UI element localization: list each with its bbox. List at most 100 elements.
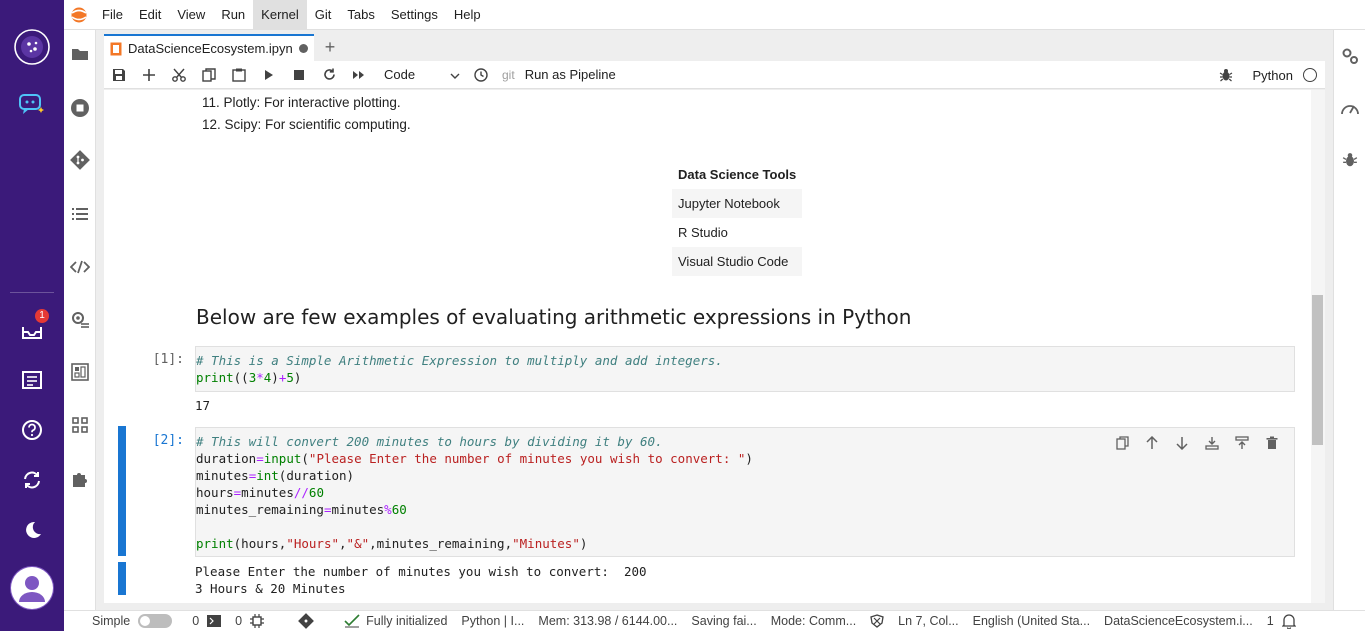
table-header: Data Science Tools <box>672 160 803 189</box>
running-kernels-icon[interactable] <box>68 96 92 120</box>
git-status-icon[interactable] <box>298 613 315 629</box>
notebook-panel[interactable]: 11. Plotly: For interactive plotting. 12… <box>104 90 1325 603</box>
stop-kernel-icon[interactable] <box>284 61 314 89</box>
menu-view[interactable]: View <box>169 0 213 30</box>
cell-prompt: [2]: <box>152 433 184 448</box>
list-item: 11. Plotly: For interactive plotting. <box>202 95 401 110</box>
unsaved-dot-icon[interactable] <box>298 44 308 53</box>
settings-gears-icon[interactable] <box>1338 44 1362 68</box>
kernel-status[interactable]: Fully initialized <box>344 614 447 628</box>
left-activity-bar <box>64 30 96 610</box>
user-avatar[interactable] <box>10 566 54 610</box>
check-icon <box>344 614 360 628</box>
cell-output: 17 <box>195 398 211 413</box>
menu-settings[interactable]: Settings <box>383 0 446 30</box>
property-inspector-icon[interactable] <box>68 308 92 332</box>
news-icon[interactable] <box>14 362 50 398</box>
menubar: File Edit View Run Kernel Git Tabs Setti… <box>64 0 1365 30</box>
cut-icon[interactable] <box>164 61 194 89</box>
input-prompt-string: "Please Enter the number of minutes you … <box>308 451 746 466</box>
active-cell-indicator[interactable] <box>118 426 126 556</box>
puzzle-extension-icon[interactable] <box>68 467 92 491</box>
code-cell-input[interactable]: # This will convert 200 minutes to hours… <box>195 427 1295 557</box>
sync-icon[interactable] <box>14 462 50 498</box>
code-line: minutes=int(duration) <box>196 468 355 483</box>
help-icon[interactable] <box>14 412 50 448</box>
kernel-info[interactable]: Python | I... <box>461 614 524 628</box>
scrollbar-thumb[interactable] <box>1312 295 1323 445</box>
move-up-icon[interactable] <box>1140 432 1164 454</box>
memory-usage: Mem: 313.98 / 6144.00... <box>538 614 678 628</box>
code-snippets-icon[interactable] <box>68 255 92 279</box>
new-tab-button[interactable]: + <box>317 35 343 59</box>
chat-assistant-icon[interactable] <box>14 86 50 122</box>
insert-below-icon[interactable] <box>1230 432 1254 454</box>
tab-title: DataScienceEcosystem.ipyn <box>128 41 293 56</box>
dark-mode-icon[interactable] <box>14 512 50 548</box>
kernel-name[interactable]: Python <box>1253 68 1293 83</box>
delete-cell-icon[interactable] <box>1260 432 1284 454</box>
inbox-icon[interactable]: 1 <box>14 309 50 348</box>
debugger-panel-icon[interactable] <box>68 360 92 384</box>
restart-kernel-icon[interactable] <box>314 61 344 89</box>
resource-gauge-icon[interactable] <box>1338 96 1362 120</box>
insert-above-icon[interactable] <box>1200 432 1224 454</box>
cell-output: 3 Hours & 20 Minutes <box>195 581 346 596</box>
kernels-count[interactable]: 0 <box>235 614 265 628</box>
display-language[interactable]: English (United Sta... <box>973 614 1090 628</box>
move-down-icon[interactable] <box>1170 432 1194 454</box>
git-label[interactable]: git <box>502 68 515 82</box>
jupyter-logo-icon <box>64 0 94 30</box>
save-status: Saving fai... <box>691 614 757 628</box>
folder-icon[interactable] <box>68 42 92 66</box>
save-icon[interactable] <box>104 61 134 89</box>
debugger-bug-icon[interactable] <box>1338 148 1362 172</box>
menu-help[interactable]: Help <box>446 0 489 30</box>
extensions-grid-icon[interactable] <box>68 413 92 437</box>
editor-mode: Mode: Comm... <box>770 614 857 628</box>
tab-bar: DataScienceEcosystem.ipyn + <box>96 30 1333 61</box>
cell-action-toolbar <box>1110 432 1284 454</box>
bug-icon[interactable] <box>1219 68 1233 82</box>
git-icon[interactable] <box>68 148 92 172</box>
simple-mode-toggle[interactable]: Simple <box>92 614 173 628</box>
duplicate-cell-icon[interactable] <box>1110 432 1134 454</box>
run-cell-icon[interactable] <box>254 61 284 89</box>
menu-tabs[interactable]: Tabs <box>339 0 382 30</box>
kernel-area: Python <box>1219 61 1317 89</box>
notebook-scrollbar[interactable] <box>1311 90 1325 603</box>
paste-icon[interactable] <box>224 61 254 89</box>
simple-mode-label: Simple <box>92 614 131 628</box>
notifications-count[interactable]: 1 <box>1266 613 1296 629</box>
menu-run[interactable]: Run <box>213 0 253 30</box>
add-cell-icon[interactable] <box>134 61 164 89</box>
cell-type-select[interactable]: Code <box>374 67 466 82</box>
app-rail: 1 <box>0 0 64 631</box>
rail-divider <box>10 292 54 293</box>
notifications-count-value: 1 <box>1266 614 1274 628</box>
notebook-tab[interactable]: DataScienceEcosystem.ipyn <box>104 34 314 61</box>
trust-shield-icon[interactable] <box>870 614 884 628</box>
menu-file[interactable]: File <box>94 0 131 30</box>
code-line: hours=minutes//60 <box>196 485 324 500</box>
run-as-pipeline-button[interactable]: Run as Pipeline <box>525 67 616 82</box>
chevron-down-icon <box>450 67 460 82</box>
menu-edit[interactable]: Edit <box>131 0 169 30</box>
clock-icon[interactable] <box>466 61 496 89</box>
notebook-file-icon <box>110 42 122 56</box>
terminals-count[interactable]: 0 <box>192 614 222 628</box>
restart-run-all-icon[interactable] <box>344 61 374 89</box>
data-science-tools-table: Data Science Tools Jupyter Notebook R St… <box>672 160 803 276</box>
menu-kernel[interactable]: Kernel <box>253 0 307 30</box>
app-logo-icon[interactable] <box>13 28 51 66</box>
active-output-indicator[interactable] <box>118 562 126 595</box>
copy-icon[interactable] <box>194 61 224 89</box>
toggle-switch[interactable] <box>138 614 173 628</box>
kernels-count-value: 0 <box>235 614 243 628</box>
menu-git[interactable]: Git <box>307 0 340 30</box>
table-of-contents-icon[interactable] <box>68 202 92 226</box>
main-area: DataScienceEcosystem.ipyn + Code git Run… <box>96 30 1333 610</box>
code-cell-input[interactable]: # This is a Simple Arithmetic Expression… <box>195 346 1295 392</box>
cursor-position[interactable]: Ln 7, Col... <box>898 614 958 628</box>
